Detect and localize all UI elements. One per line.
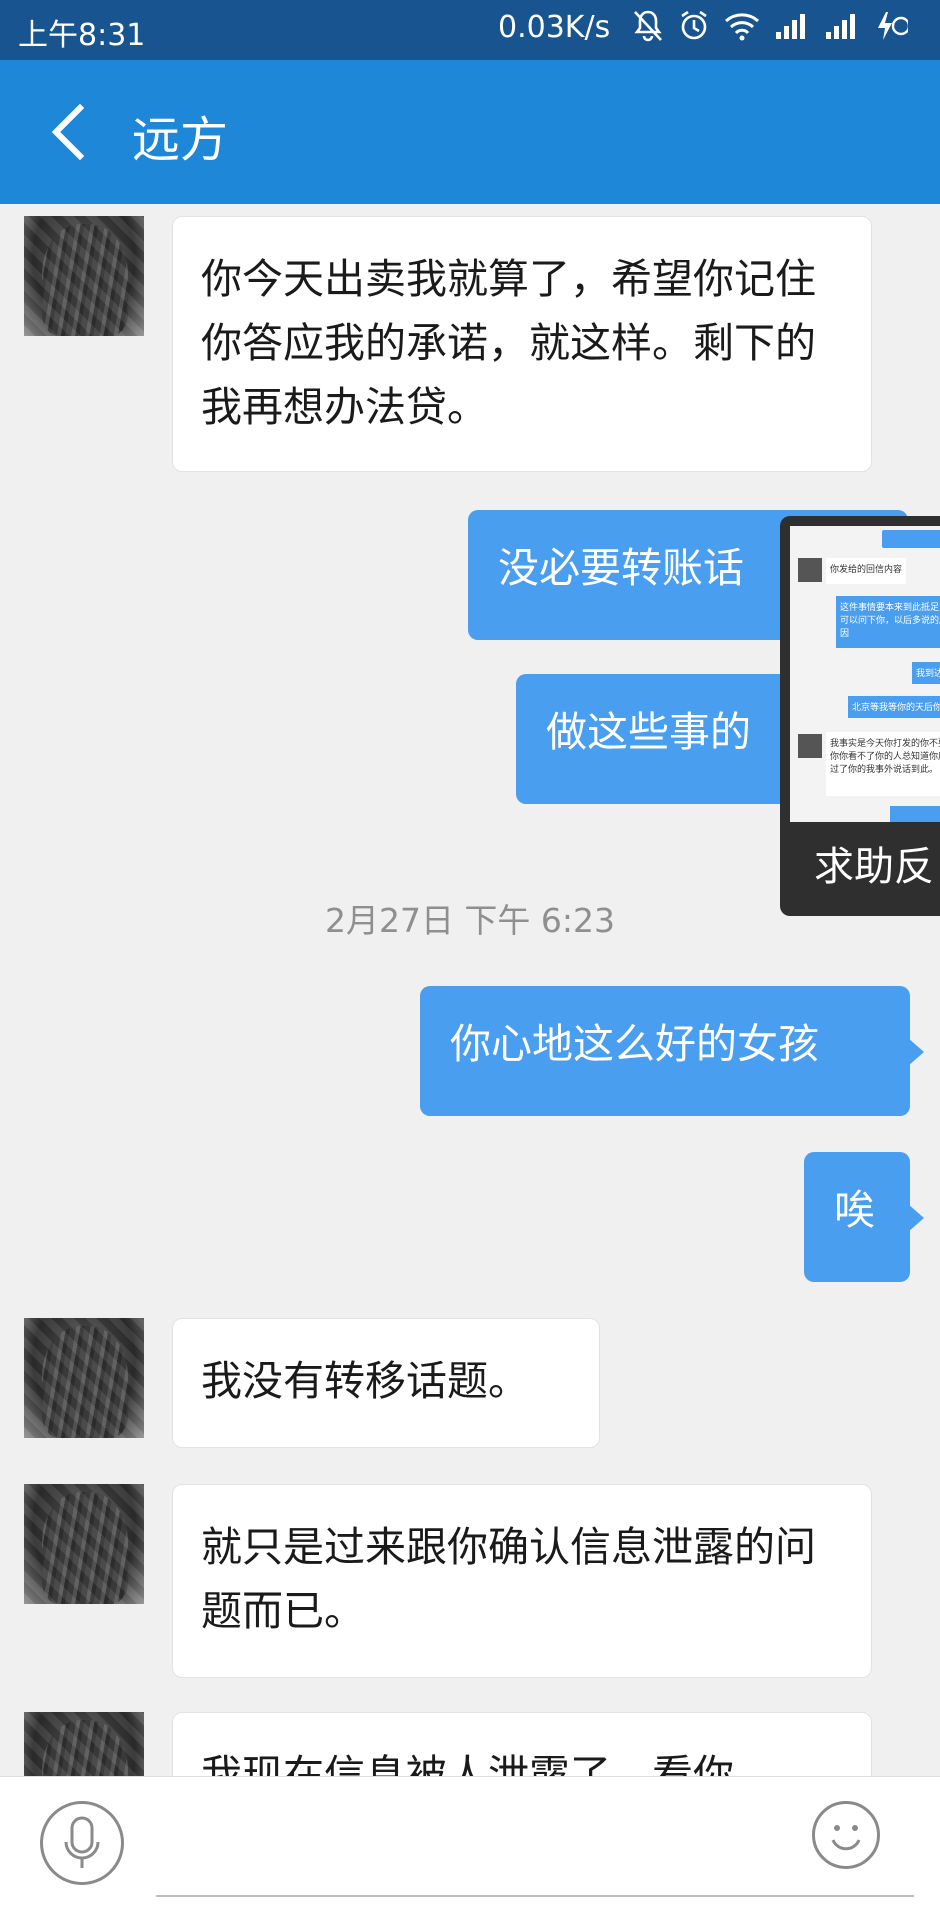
avatar[interactable] bbox=[24, 1318, 144, 1438]
snippet-text: 我事实是今天你打发的你不要到你你看不了你的人总知道你后，过了你的我事外说话到此。 bbox=[826, 732, 940, 796]
alarm-icon bbox=[678, 9, 710, 51]
message-input[interactable] bbox=[156, 1807, 914, 1897]
avatar[interactable] bbox=[24, 1712, 144, 1776]
microphone-icon bbox=[64, 1816, 100, 1868]
avatar[interactable] bbox=[24, 1484, 144, 1604]
avatar bbox=[798, 558, 822, 582]
feedback-label[interactable]: 求助反 bbox=[814, 834, 934, 892]
chat-area[interactable]: 你今天出卖我就算了，希望你记住你答应我的承诺，就这样。剩下的我再想办法贷。 没必… bbox=[0, 204, 940, 1776]
chevron-left-icon bbox=[51, 103, 85, 161]
avatar bbox=[798, 734, 822, 758]
message-bubble-incoming[interactable]: 我现在信息被人泄露了，看你 bbox=[172, 1712, 872, 1776]
status-time: 上午8:31 bbox=[18, 18, 146, 53]
message-bubble-incoming[interactable]: 就只是过来跟你确认信息泄露的问题而已。 bbox=[172, 1484, 872, 1678]
message-bubble-incoming[interactable]: 你今天出卖我就算了，希望你记住你答应我的承诺，就这样。剩下的我再想办法贷。 bbox=[172, 216, 872, 472]
status-bar: 上午8:31 0.03K/s bbox=[0, 0, 940, 60]
input-bar bbox=[0, 1776, 940, 1921]
wifi-icon bbox=[724, 11, 760, 49]
bubble-tail bbox=[908, 1204, 924, 1232]
snippet-text: 北京等我等你的天后你说 bbox=[848, 696, 940, 718]
status-icons bbox=[632, 8, 911, 52]
bubble-tail bbox=[908, 1038, 924, 1066]
voice-input-button[interactable] bbox=[40, 1801, 124, 1885]
snippet-text: 这件事情要本来到此抵足，可以问下你，以后多说的原因 bbox=[836, 596, 940, 648]
screenshot-preview: 你发给的回信内容 这件事情要本来到此抵足，可以问下你，以后多说的原因 我到达 北… bbox=[790, 526, 940, 822]
signal-icon bbox=[824, 12, 860, 48]
signal-icon bbox=[774, 12, 810, 48]
message-bubble-outgoing[interactable]: 唉 bbox=[804, 1152, 910, 1282]
avatar[interactable] bbox=[24, 216, 144, 336]
network-speed: 0.03K/s bbox=[498, 10, 611, 45]
message-bubble-outgoing[interactable]: 你心地这么好的女孩 bbox=[420, 986, 910, 1116]
emoji-button[interactable] bbox=[812, 1801, 880, 1869]
mute-bell-icon bbox=[632, 9, 664, 51]
snippet-text: 你发给的回信内容 bbox=[826, 558, 906, 584]
feedback-thumbnail-panel[interactable]: 你发给的回信内容 这件事情要本来到此抵足，可以问下你，以后多说的原因 我到达 北… bbox=[780, 516, 940, 916]
back-button[interactable] bbox=[36, 96, 108, 168]
smiley-icon bbox=[831, 1825, 861, 1851]
snippet-text: 我到达 bbox=[912, 662, 940, 684]
contact-name: 远方 bbox=[132, 112, 229, 168]
charging-icon bbox=[874, 10, 911, 50]
chat-header: 远方 bbox=[0, 60, 940, 204]
message-bubble-incoming[interactable]: 我没有转移话题。 bbox=[172, 1318, 600, 1448]
